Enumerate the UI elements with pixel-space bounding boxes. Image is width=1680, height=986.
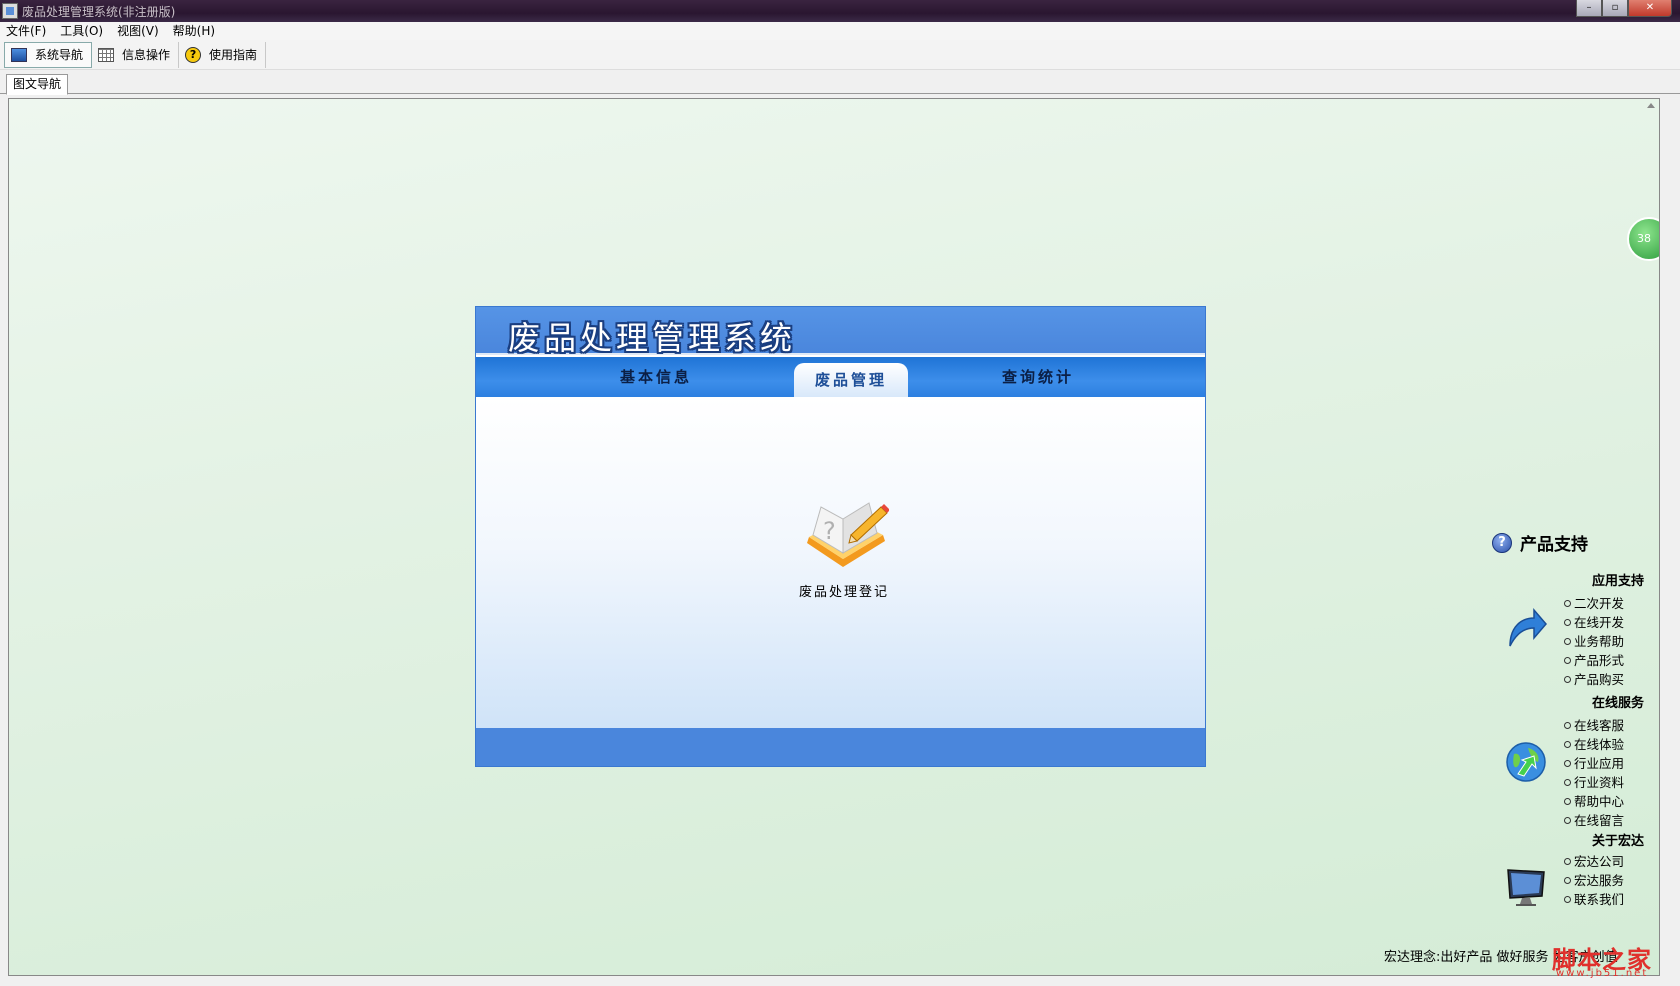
toolbar: 系统导航 信息操作 ? 使用指南 bbox=[0, 40, 1680, 70]
link-industry-info[interactable]: 行业资料 bbox=[1564, 773, 1624, 792]
link-online-dev[interactable]: 在线开发 bbox=[1564, 613, 1624, 632]
tab-basic-info[interactable]: 基本信息 bbox=[576, 357, 736, 397]
link-product-purchase[interactable]: 产品购买 bbox=[1564, 670, 1624, 689]
panel-header: 废品处理管理系统 bbox=[476, 307, 1205, 357]
info-operation-button[interactable]: 信息操作 bbox=[92, 41, 180, 68]
support-title-label: 产品支持 bbox=[1520, 535, 1588, 555]
question-icon: ? bbox=[1492, 532, 1512, 553]
book-pencil-icon: ? bbox=[807, 502, 889, 567]
link-product-form[interactable]: 产品形式 bbox=[1564, 651, 1624, 670]
app-support-links: 二次开发 在线开发 业务帮助 产品形式 产品购买 bbox=[1564, 594, 1624, 689]
scroll-up-icon[interactable] bbox=[1647, 103, 1655, 108]
link-help-center[interactable]: 帮助中心 bbox=[1564, 792, 1624, 811]
tab-graphic-nav[interactable]: 图文导航 bbox=[6, 74, 69, 95]
maximize-button[interactable]: ▫ bbox=[1602, 0, 1628, 17]
link-online-cs[interactable]: 在线客服 bbox=[1564, 716, 1624, 735]
tab-waste-management[interactable]: 废品管理 bbox=[794, 363, 908, 397]
system-nav-label: 系统导航 bbox=[35, 48, 84, 62]
app-icon bbox=[2, 3, 18, 19]
link-online-message[interactable]: 在线留言 bbox=[1564, 811, 1624, 830]
waste-registration-item[interactable]: ? 废品处理登记 bbox=[794, 495, 894, 600]
link-business-help[interactable]: 业务帮助 bbox=[1564, 632, 1624, 651]
watermark-url: www.jb51.net bbox=[1556, 968, 1649, 979]
title-bar: 废品处理管理系统(非注册版) – ▫ ✕ bbox=[0, 0, 1680, 22]
menu-tools[interactable]: 工具(O) bbox=[60, 22, 103, 40]
floating-badge[interactable]: 38 bbox=[1627, 217, 1659, 261]
menu-file[interactable]: 文件(F) bbox=[6, 22, 46, 40]
section-about-hongda: 关于宏达 bbox=[1591, 834, 1644, 849]
window-title: 废品处理管理系统(非注册版) bbox=[22, 5, 176, 19]
user-guide-label: 使用指南 bbox=[209, 48, 258, 62]
svg-text:?: ? bbox=[823, 517, 836, 545]
grid-icon bbox=[98, 47, 115, 62]
monitor-icon bbox=[1507, 869, 1545, 906]
link-hongda-service[interactable]: 宏达服务 bbox=[1564, 871, 1624, 890]
online-service-links: 在线客服 在线体验 行业应用 行业资料 帮助中心 在线留言 bbox=[1564, 716, 1624, 830]
panel-body: ? 废品处理登记 bbox=[476, 397, 1205, 730]
arrow-return-icon bbox=[1509, 607, 1547, 647]
panel-title: 废品处理管理系统 bbox=[508, 319, 797, 357]
main-panel: 废品处理管理系统 基本信息 废品管理 查询统计 ? 废品处理登记 bbox=[475, 306, 1206, 767]
document-tab-strip: 图文导航 bbox=[0, 72, 1680, 95]
link-contact-us[interactable]: 联系我们 bbox=[1564, 890, 1624, 909]
globe-icon bbox=[1506, 742, 1546, 782]
monitor-icon bbox=[11, 47, 27, 62]
waste-registration-label: 废品处理登记 bbox=[798, 585, 889, 600]
info-operation-label: 信息操作 bbox=[122, 48, 171, 62]
support-title: ? 产品支持 bbox=[1492, 530, 1588, 555]
window-controls: – ▫ ✕ bbox=[1576, 0, 1672, 18]
content-area: 38 废品处理管理系统 基本信息 废品管理 查询统计 ? 废品处理登记 bbox=[8, 98, 1660, 976]
tab-query-statistics[interactable]: 查询统计 bbox=[958, 357, 1118, 397]
menu-bar: 文件(F) 工具(O) 视图(V) 帮助(H) bbox=[0, 22, 1680, 40]
link-hongda-company[interactable]: 宏达公司 bbox=[1564, 852, 1624, 871]
menu-help[interactable]: 帮助(H) bbox=[173, 22, 215, 40]
user-guide-button[interactable]: ? 使用指南 bbox=[179, 41, 267, 68]
panel-footer bbox=[476, 728, 1205, 766]
system-nav-button[interactable]: 系统导航 bbox=[4, 41, 93, 68]
about-links: 宏达公司 宏达服务 联系我们 bbox=[1564, 852, 1624, 909]
link-industry-app[interactable]: 行业应用 bbox=[1564, 754, 1624, 773]
minimize-button[interactable]: – bbox=[1576, 0, 1602, 17]
panel-tab-bar: 基本信息 废品管理 查询统计 bbox=[476, 357, 1205, 397]
help-icon: ? bbox=[185, 46, 202, 63]
section-app-support: 应用支持 bbox=[1591, 574, 1644, 589]
close-button[interactable]: ✕ bbox=[1628, 0, 1672, 17]
link-online-trial[interactable]: 在线体验 bbox=[1564, 735, 1624, 754]
link-secondary-dev[interactable]: 二次开发 bbox=[1564, 594, 1624, 613]
section-online-service: 在线服务 bbox=[1591, 696, 1644, 711]
menu-view[interactable]: 视图(V) bbox=[117, 22, 159, 40]
